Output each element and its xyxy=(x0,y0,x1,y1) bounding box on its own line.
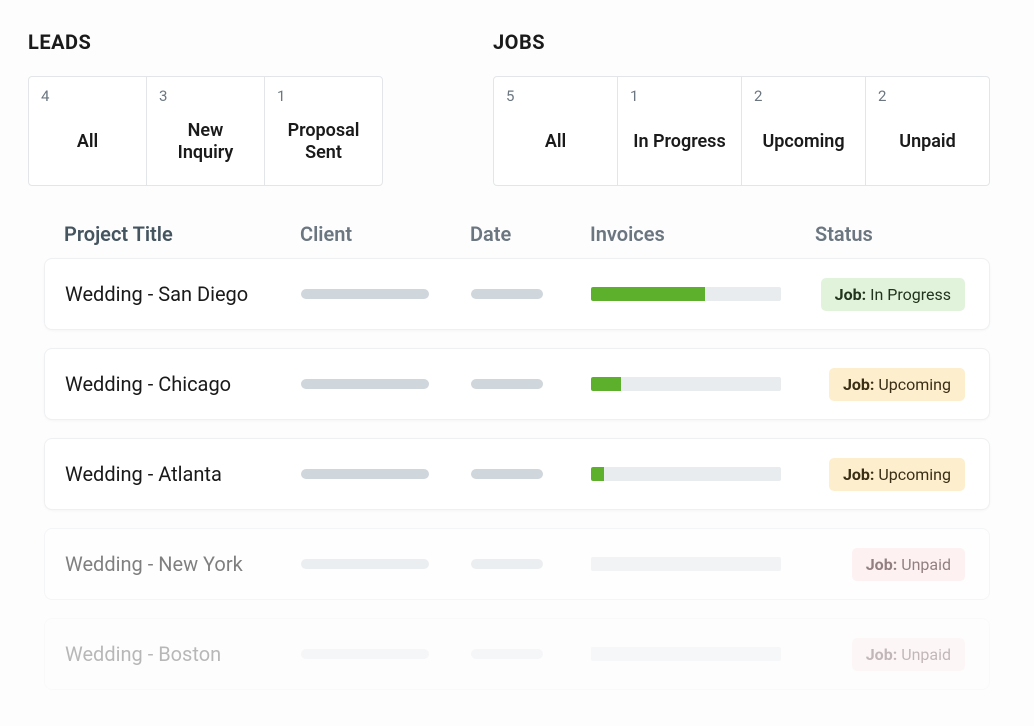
cell-client xyxy=(301,469,471,479)
jobs-cat-count: 5 xyxy=(506,87,605,105)
cell-date xyxy=(471,379,591,389)
leads-cat-all[interactable]: 4 All xyxy=(28,76,147,186)
cell-client xyxy=(301,379,471,389)
status-text: In Progress xyxy=(866,285,951,304)
cell-client xyxy=(301,649,471,659)
status-text: Unpaid xyxy=(897,645,951,664)
leads-cats: 4 All 3 New Inquiry 1 Proposal Sent xyxy=(28,76,383,186)
invoice-progress-fill xyxy=(591,287,705,301)
cell-status: Job: Unpaid xyxy=(816,638,969,671)
cell-project-title: Wedding - Atlanta xyxy=(65,462,301,486)
status-prefix: Job: xyxy=(866,555,897,574)
jobs-cat-upcoming[interactable]: 2 Upcoming xyxy=(741,76,866,186)
table-row[interactable]: Wedding - New York Job: Unpaid xyxy=(44,528,990,600)
col-header-date[interactable]: Date xyxy=(470,222,590,246)
jobs-cat-unpaid[interactable]: 2 Unpaid xyxy=(865,76,990,186)
cell-client xyxy=(301,289,471,299)
leads-cat-count: 4 xyxy=(41,87,134,105)
cell-invoices xyxy=(591,647,816,661)
status-text: Upcoming xyxy=(874,375,951,394)
client-placeholder xyxy=(301,379,429,389)
jobs-cat-label: In Progress xyxy=(630,109,729,185)
date-placeholder xyxy=(471,649,543,659)
cell-project-title: Wedding - Boston xyxy=(65,642,301,666)
col-header-invoices[interactable]: Invoices xyxy=(590,222,815,246)
client-placeholder xyxy=(301,289,429,299)
status-prefix: Job: xyxy=(866,645,897,664)
status-badge: Job: Upcoming xyxy=(829,458,965,491)
invoice-progress xyxy=(591,467,781,481)
invoice-progress-fill xyxy=(591,467,604,481)
jobs-cat-label: All xyxy=(506,109,605,185)
cell-date xyxy=(471,649,591,659)
table-row[interactable]: Wedding - San Diego Job: In Progress xyxy=(44,258,990,330)
cell-invoices xyxy=(591,467,816,481)
jobs-section: JOBS 5 All 1 In Progress 2 Upcoming 2 Un… xyxy=(493,30,990,186)
date-placeholder xyxy=(471,379,543,389)
cell-project-title: Wedding - New York xyxy=(65,552,301,576)
status-badge: Job: Unpaid xyxy=(852,638,965,671)
leads-cat-label: All xyxy=(41,109,134,185)
cell-date xyxy=(471,559,591,569)
status-text: Upcoming xyxy=(874,465,951,484)
jobs-cat-count: 2 xyxy=(754,87,853,105)
status-prefix: Job: xyxy=(843,465,874,484)
date-placeholder xyxy=(471,289,543,299)
cell-project-title: Wedding - Chicago xyxy=(65,372,301,396)
jobs-cat-all[interactable]: 5 All xyxy=(493,76,618,186)
cell-invoices xyxy=(591,377,816,391)
col-header-client[interactable]: Client xyxy=(300,222,470,246)
cell-project-title: Wedding - San Diego xyxy=(65,282,301,306)
client-placeholder xyxy=(301,559,429,569)
leads-cat-label: Proposal Sent xyxy=(277,109,370,185)
projects-table: Project Title Client Date Invoices Statu… xyxy=(28,222,1006,690)
invoice-progress xyxy=(591,287,781,301)
jobs-cat-in-progress[interactable]: 1 In Progress xyxy=(617,76,742,186)
cell-date xyxy=(471,469,591,479)
cell-status: Job: Upcoming xyxy=(816,368,969,401)
table-row[interactable]: Wedding - Atlanta Job: Upcoming xyxy=(44,438,990,510)
jobs-cats: 5 All 1 In Progress 2 Upcoming 2 Unpaid xyxy=(493,76,990,186)
invoice-progress xyxy=(591,647,781,661)
invoice-progress xyxy=(591,377,781,391)
col-header-title[interactable]: Project Title xyxy=(64,222,300,246)
leads-cat-proposal-sent[interactable]: 1 Proposal Sent xyxy=(264,76,383,186)
leads-cat-label: New Inquiry xyxy=(159,109,252,185)
status-badge: Job: Upcoming xyxy=(829,368,965,401)
jobs-title: JOBS xyxy=(493,30,990,54)
col-header-status[interactable]: Status xyxy=(815,222,970,246)
leads-cat-count: 3 xyxy=(159,87,252,105)
date-placeholder xyxy=(471,559,543,569)
invoice-progress-fill xyxy=(591,377,621,391)
jobs-cat-label: Unpaid xyxy=(878,109,977,185)
status-badge: Job: In Progress xyxy=(821,278,965,311)
invoice-progress xyxy=(591,557,781,571)
leads-section: LEADS 4 All 3 New Inquiry 1 Proposal Sen… xyxy=(28,30,383,186)
client-placeholder xyxy=(301,469,429,479)
leads-title: LEADS xyxy=(28,30,383,54)
table-row[interactable]: Wedding - Boston Job: Unpaid xyxy=(44,618,990,690)
jobs-cat-count: 2 xyxy=(878,87,977,105)
leads-cat-new-inquiry[interactable]: 3 New Inquiry xyxy=(146,76,265,186)
table-header: Project Title Client Date Invoices Statu… xyxy=(44,222,990,258)
status-prefix: Job: xyxy=(843,375,874,394)
cell-status: Job: In Progress xyxy=(816,278,969,311)
date-placeholder xyxy=(471,469,543,479)
status-badge: Job: Unpaid xyxy=(852,548,965,581)
status-text: Unpaid xyxy=(897,555,951,574)
jobs-cat-count: 1 xyxy=(630,87,729,105)
cell-status: Job: Unpaid xyxy=(816,548,969,581)
cell-client xyxy=(301,559,471,569)
cell-invoices xyxy=(591,287,816,301)
cell-status: Job: Upcoming xyxy=(816,458,969,491)
status-prefix: Job: xyxy=(835,285,866,304)
cell-date xyxy=(471,289,591,299)
table-row[interactable]: Wedding - Chicago Job: Upcoming xyxy=(44,348,990,420)
client-placeholder xyxy=(301,649,429,659)
jobs-cat-label: Upcoming xyxy=(754,109,853,185)
leads-cat-count: 1 xyxy=(277,87,370,105)
cell-invoices xyxy=(591,557,816,571)
